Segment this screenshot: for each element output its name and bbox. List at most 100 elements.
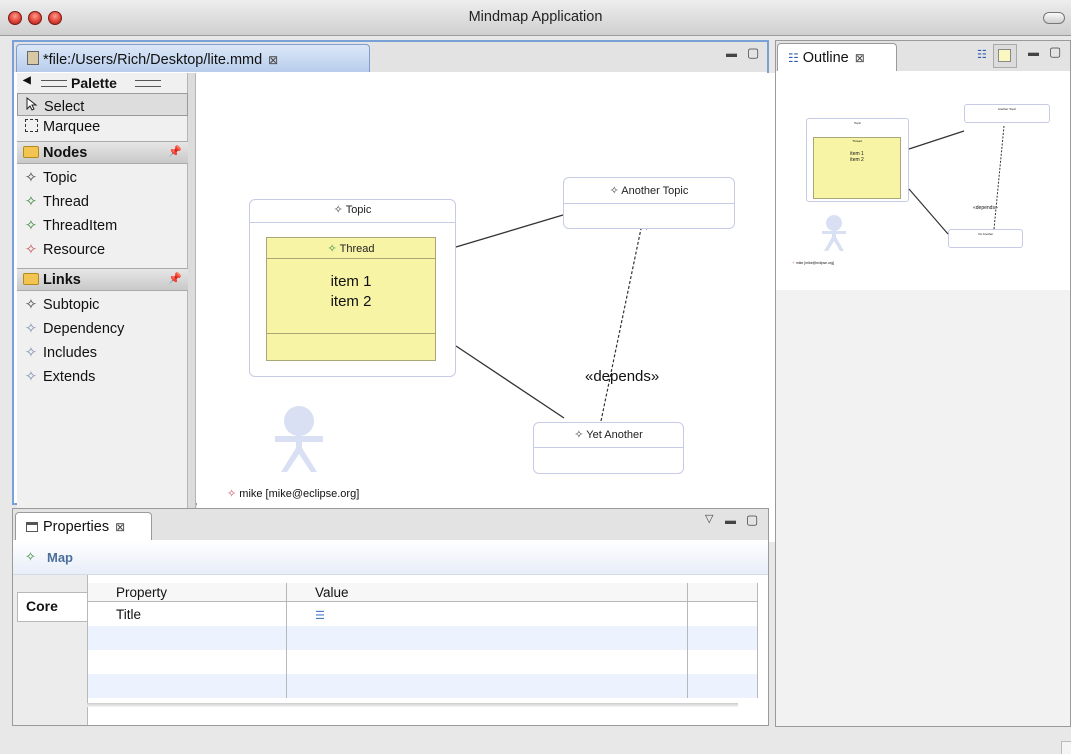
- show-overview-button[interactable]: [993, 44, 1017, 68]
- palette-tool-marquee[interactable]: Marquee: [17, 116, 188, 139]
- topic-node[interactable]: ✧ Topic ✧ Thread item 1 item 2: [249, 199, 456, 377]
- thread-title: ✧ Thread: [327, 243, 375, 255]
- close-icon[interactable]: ⊠: [115, 520, 125, 534]
- palette-item-includes[interactable]: ✧ Includes: [17, 342, 188, 365]
- minimize-view-icon[interactable]: ▬: [725, 515, 736, 527]
- thread-node[interactable]: ✧ Thread item 1 item 2: [266, 237, 436, 361]
- property-extra: [687, 601, 758, 626]
- palette-item-label: Topic: [43, 170, 77, 186]
- view-menu-icon[interactable]: ▽: [705, 513, 713, 525]
- toolbar-toggle-button[interactable]: [1043, 12, 1065, 24]
- yet-another-title: ✧ Yet Another: [574, 429, 643, 441]
- palette-tool-select[interactable]: Select: [17, 93, 188, 116]
- table-row: [87, 650, 758, 674]
- extends-link-icon: ✧: [24, 369, 38, 385]
- mini-connections: [822, 125, 1005, 251]
- resize-grip[interactable]: [1061, 741, 1071, 754]
- close-icon[interactable]: ⊠: [268, 53, 278, 67]
- topic-icon: ✧: [609, 185, 619, 197]
- collapse-palette-icon[interactable]: ◀: [23, 75, 31, 86]
- palette-drawer-links[interactable]: Links 📌: [17, 268, 188, 291]
- palette-item-resource[interactable]: ✧ Resource: [17, 239, 188, 262]
- window-title: Mindmap Application: [468, 9, 603, 25]
- thread-item[interactable]: item 2: [267, 292, 435, 312]
- folder-icon: [23, 145, 39, 161]
- column-header-property[interactable]: Property: [87, 583, 287, 602]
- maximize-view-icon[interactable]: ▢: [1049, 45, 1061, 58]
- properties-tab[interactable]: Properties ⊠: [15, 512, 152, 540]
- thread-divider: [267, 258, 435, 259]
- diagram-canvas[interactable]: ✧ Topic ✧ Thread item 1 item 2 ✧ Another…: [197, 73, 779, 542]
- palette-item-label: ThreadItem: [43, 218, 118, 234]
- another-topic-node[interactable]: ✧ Another Topic: [563, 177, 735, 229]
- table-header-row: Property Value: [87, 583, 758, 602]
- marquee-icon: [23, 119, 39, 135]
- mini-resource-label: ✧ mike [mike@eclipse.org]: [792, 261, 835, 265]
- folder-icon: [23, 272, 39, 288]
- dependency-label[interactable]: «depends»: [585, 368, 659, 385]
- pin-icon[interactable]: 📌: [168, 272, 182, 285]
- maximize-view-icon[interactable]: ▢: [746, 513, 758, 526]
- yet-another-node[interactable]: ✧ Yet Another: [533, 422, 684, 474]
- threaditem-node-icon: ✧: [24, 218, 38, 234]
- properties-icon: [26, 522, 38, 532]
- editor-tab-label: *file:/Users/Rich/Desktop/lite.mmd: [43, 52, 263, 68]
- palette-item-topic[interactable]: ✧ Topic: [17, 167, 188, 190]
- palette-item-dependency[interactable]: ✧ Dependency: [17, 318, 188, 341]
- palette-drawer-nodes[interactable]: Nodes 📌: [17, 141, 188, 164]
- outline-panel: ☷ Outline ⊠ ☷ ▬ ▢ Topic Thread item 1 item…: [775, 40, 1071, 727]
- properties-header: ✧ Map: [13, 540, 768, 575]
- show-outline-tree-icon[interactable]: ☷: [977, 49, 987, 61]
- subtopic-link-yet[interactable]: [455, 345, 565, 419]
- palette-scrollbar[interactable]: [188, 73, 196, 542]
- outline-overview[interactable]: Topic Thread item 1 item 2 Another Topic…: [776, 71, 1070, 290]
- topic-title: ✧ Topic: [333, 204, 372, 216]
- subtopic-link-icon: ✧: [24, 297, 38, 313]
- palette-grip-left: [41, 80, 67, 87]
- minimize-view-icon[interactable]: ▬: [1028, 47, 1039, 59]
- maximize-view-icon[interactable]: ▢: [747, 46, 759, 59]
- thread-item[interactable]: item 1: [267, 272, 435, 292]
- editor-tab[interactable]: *file:/Users/Rich/Desktop/lite.mmd ⊠: [16, 44, 370, 72]
- thread-node-icon: ✧: [24, 194, 38, 210]
- topic-divider: [564, 203, 734, 204]
- outline-icon: ☷: [788, 51, 799, 65]
- property-value[interactable]: ☰: [286, 601, 688, 626]
- table-row[interactable]: Title ☰: [87, 601, 758, 626]
- topic-icon: ✧: [333, 204, 343, 216]
- outline-tab[interactable]: ☷ Outline ⊠: [777, 43, 897, 71]
- palette-item-extends[interactable]: ✧ Extends: [17, 366, 188, 389]
- resource-label[interactable]: ✧ mike [mike@eclipse.org]: [227, 487, 359, 500]
- palette-item-threaditem[interactable]: ✧ ThreadItem: [17, 215, 188, 238]
- dependency-link[interactable]: [600, 219, 643, 422]
- topic-divider: [250, 222, 455, 223]
- property-name: Title: [87, 601, 287, 626]
- map-icon: ✧: [25, 549, 36, 564]
- outline-tab-label: Outline: [802, 50, 849, 66]
- minimize-view-icon[interactable]: ▬: [726, 48, 737, 60]
- properties-category-core[interactable]: Core: [17, 592, 88, 622]
- file-icon: [27, 51, 39, 65]
- palette: ◀ Palette Select Marquee Nodes 📌 ✧ Topic …: [17, 73, 188, 542]
- editor-panel: *file:/Users/Rich/Desktop/lite.mmd ⊠ ▬ ▢ …: [12, 40, 779, 542]
- thread-icon: ✧: [327, 243, 337, 255]
- resource-actor-icon[interactable]: [269, 406, 329, 476]
- pin-icon[interactable]: 📌: [168, 145, 182, 158]
- palette-item-subtopic[interactable]: ✧ Subtopic: [17, 294, 188, 317]
- palette-title: Palette: [71, 75, 117, 91]
- resource-icon: ✧: [227, 488, 237, 500]
- column-header-value[interactable]: Value: [286, 583, 688, 602]
- palette-item-thread[interactable]: ✧ Thread: [17, 191, 188, 214]
- palette-item-label: Includes: [43, 345, 98, 361]
- properties-tab-label: Properties: [43, 519, 110, 535]
- outline-tabstrip: ☷ Outline ⊠ ☷ ▬ ▢: [776, 41, 1070, 71]
- column-header-extra: [687, 583, 758, 602]
- close-icon[interactable]: ⊠: [855, 51, 865, 65]
- table-scroll-shadow: [87, 703, 738, 707]
- palette-tool-label: Marquee: [43, 119, 101, 135]
- window-title-bar: Mindmap Application: [0, 0, 1071, 36]
- palette-item-label: Extends: [43, 369, 96, 385]
- drawer-label: Links: [43, 272, 81, 288]
- properties-table-wrap: Property Value Title ☰: [87, 583, 758, 717]
- subtopic-link-another[interactable]: [455, 214, 564, 248]
